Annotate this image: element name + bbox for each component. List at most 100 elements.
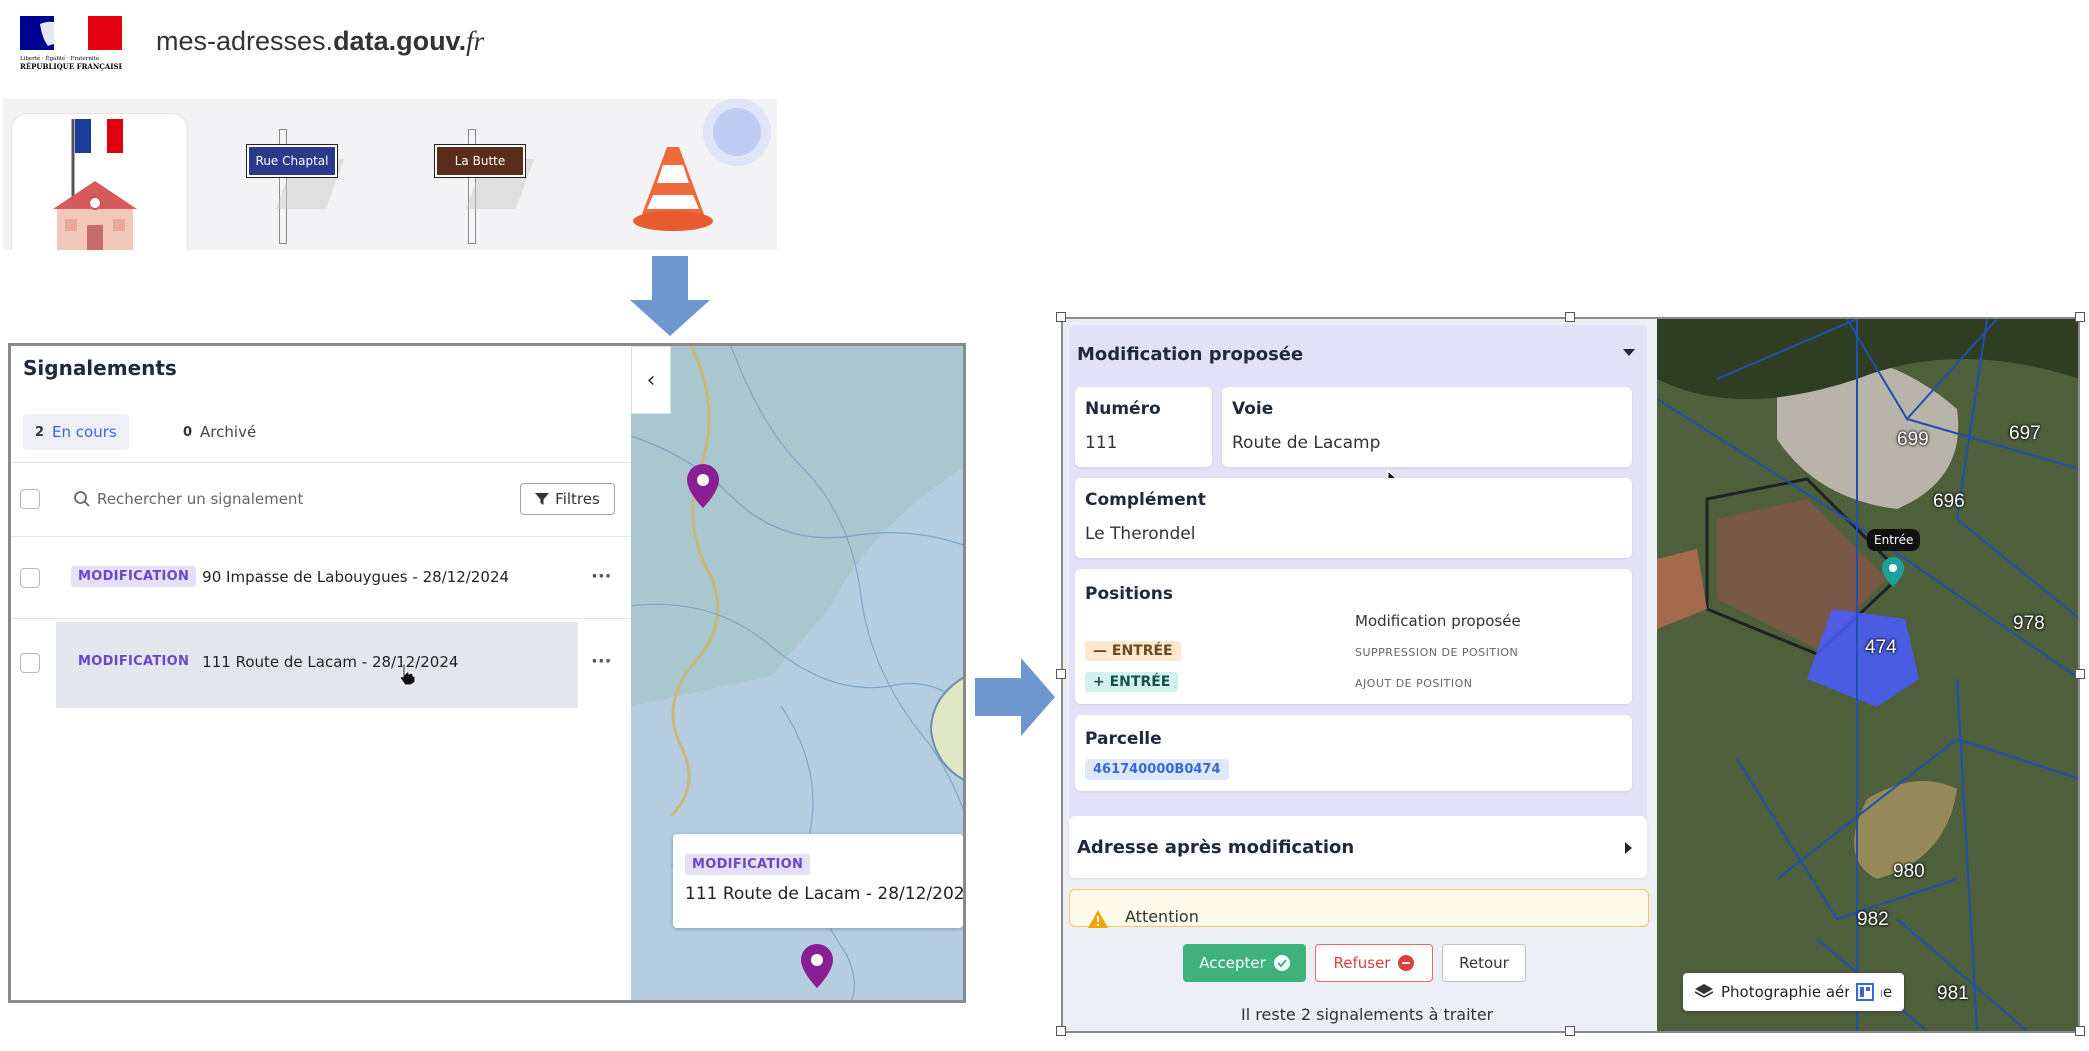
- voie-card: [1222, 387, 1632, 467]
- divider: [11, 618, 631, 619]
- parcel-number: 699: [1897, 429, 1929, 450]
- divider: [11, 536, 631, 537]
- tooltip-text: 111 Route de Lacam - 28/12/2024: [685, 884, 966, 904]
- more-options-icon[interactable]: ···: [591, 651, 612, 672]
- parcel-number: 982: [1857, 909, 1889, 930]
- filters-button[interactable]: Filtres: [520, 483, 615, 515]
- layers-icon: [1695, 984, 1713, 998]
- modification-badge: MODIFICATION: [685, 854, 811, 875]
- arrow-down-icon: [630, 256, 710, 336]
- more-options-icon[interactable]: ···: [591, 566, 612, 587]
- tab-label: En cours: [52, 423, 117, 441]
- modification-badge: MODIFICATION: [78, 654, 190, 669]
- position-marker-icon[interactable]: [1882, 557, 1904, 587]
- row-text: 90 Impasse de Labouygues - 28/12/2024: [202, 567, 510, 586]
- resize-handle[interactable]: [2075, 312, 2085, 322]
- town-hall-illustration: [53, 119, 137, 250]
- arrow-right-icon: [975, 658, 1055, 736]
- resize-handle[interactable]: [1056, 1026, 1066, 1036]
- tab-en-cours[interactable]: 2 En cours: [23, 414, 129, 450]
- svg-text:Liberté · Égalité · Fraternité: Liberté · Égalité · Fraternité: [20, 54, 99, 62]
- resize-handle[interactable]: [1056, 312, 1066, 322]
- refuse-label: Refuser: [1333, 954, 1391, 972]
- modification-badge: MODIFICATION: [71, 566, 197, 587]
- map-pin-icon[interactable]: [801, 944, 833, 988]
- select-all-checkbox[interactable]: [20, 489, 40, 509]
- signalements-screenshot: Signalements 2 En cours 0 Archivé Recher…: [8, 343, 966, 1003]
- complement-value: Le Therondel: [1085, 524, 1196, 544]
- map-pin-icon[interactable]: [687, 464, 719, 508]
- tab-count: 0: [183, 424, 193, 440]
- parcel-number: 980: [1893, 861, 1925, 882]
- position-note: SUPPRESSION DE POSITION: [1355, 646, 1519, 659]
- minus-circle-icon: [1398, 955, 1415, 971]
- resize-handle[interactable]: [1056, 669, 1066, 679]
- check-circle-icon: [1273, 955, 1290, 971]
- accept-label: Accepter: [1199, 954, 1266, 972]
- entree-tag: Entrée: [1867, 529, 1921, 551]
- back-label: Retour: [1459, 954, 1509, 972]
- resize-handle[interactable]: [1565, 312, 1575, 322]
- traffic-cone-illustration: [633, 99, 771, 231]
- aerial-map[interactable]: 699 697 696 978 474 980 982 981 Entrée P…: [1657, 319, 2078, 1031]
- row-text: 111 Route de Lacam - 28/12/2024: [202, 652, 459, 671]
- position-label: ENTRÉE: [1109, 674, 1171, 690]
- table-row[interactable]: MODIFICATION 90 Impasse de Labouygues - …: [71, 566, 509, 587]
- republique-francaise-logo: Liberté · Égalité · Fraternité RÉPUBLIQU…: [20, 16, 124, 72]
- resize-handle[interactable]: [1565, 1026, 1575, 1036]
- row-checkbox[interactable]: [20, 568, 40, 588]
- parcel-number: 697: [2009, 423, 2041, 444]
- minus-icon: —: [1093, 643, 1107, 659]
- parcelle-label: Parcelle: [1085, 729, 1162, 749]
- tab-count: 2: [35, 424, 45, 440]
- detail-screenshot: Modification proposée Numéro 111 Voie Ro…: [1061, 317, 2080, 1033]
- accept-button[interactable]: Accepter: [1183, 944, 1306, 982]
- collapse-panel-button[interactable]: ‹: [631, 346, 671, 414]
- street-sign-la-butte: La Butte: [434, 144, 526, 178]
- hand-cursor-icon: [399, 663, 416, 686]
- search-icon: [74, 491, 90, 507]
- numero-value: 111: [1085, 433, 1118, 453]
- signalements-title: Signalements: [23, 356, 177, 380]
- position-note: AJOUT DE POSITION: [1355, 677, 1473, 690]
- positions-header: Modification proposée: [1355, 612, 1521, 630]
- svg-text:RÉPUBLIQUE FRANÇAISE: RÉPUBLIQUE FRANÇAISE: [20, 62, 122, 71]
- row-checbox[interactable]: [20, 653, 40, 673]
- resize-handle[interactable]: [2075, 669, 2085, 679]
- divider: [11, 462, 631, 463]
- section-title: Modification proposée: [1077, 344, 1304, 365]
- site-title[interactable]: mes-adresses.data.gouv.fr: [156, 26, 484, 57]
- caret-right-icon[interactable]: [1625, 842, 1632, 854]
- parcel-number: 696: [1933, 491, 1965, 512]
- search-input[interactable]: Rechercher un signalement: [97, 490, 303, 508]
- street-sign-rue-chaptal: Rue Chaptal: [246, 144, 338, 178]
- back-button[interactable]: Retour: [1442, 944, 1526, 982]
- resize-handle[interactable]: [2075, 1026, 2085, 1036]
- map-panel-button[interactable]: [1849, 976, 1881, 1008]
- remaining-count: Il reste 2 signalements à traiter: [1241, 1005, 1494, 1024]
- position-removed: — ENTRÉE: [1085, 641, 1181, 661]
- voie-value: Route de Lacamp: [1232, 433, 1381, 453]
- warning-icon: [1088, 910, 1108, 928]
- map-tooltip: MODIFICATION 111 Route de Lacam - 28/12/…: [673, 834, 963, 928]
- filter-icon: [535, 493, 550, 505]
- parcelle-badge[interactable]: 461740000B0474: [1085, 759, 1229, 780]
- caret-down-icon[interactable]: [1623, 349, 1635, 356]
- numero-label: Numéro: [1085, 399, 1161, 419]
- filters-label: Filtres: [555, 490, 600, 508]
- refuse-button[interactable]: Refuser: [1315, 944, 1433, 982]
- plus-icon: +: [1093, 674, 1105, 690]
- positions-label: Positions: [1085, 584, 1173, 604]
- parcel-number: 981: [1937, 983, 1969, 1004]
- warning-text: Attention: [1125, 907, 1199, 926]
- signalement-form: Modification proposée Numéro 111 Voie Ro…: [1063, 319, 1657, 1031]
- position-added: + ENTRÉE: [1085, 672, 1179, 692]
- tab-label: Archivé: [200, 423, 257, 441]
- complement-label: Complément: [1085, 490, 1206, 510]
- illustration-strip: Rue Chaptal La Butte: [3, 99, 777, 250]
- tab-archive[interactable]: 0 Archivé: [171, 414, 268, 450]
- parcel-number: 978: [2013, 613, 2045, 634]
- parcel-number: 474: [1865, 637, 1897, 658]
- layout-icon: [1856, 983, 1874, 1001]
- voie-label: Voie: [1232, 399, 1274, 419]
